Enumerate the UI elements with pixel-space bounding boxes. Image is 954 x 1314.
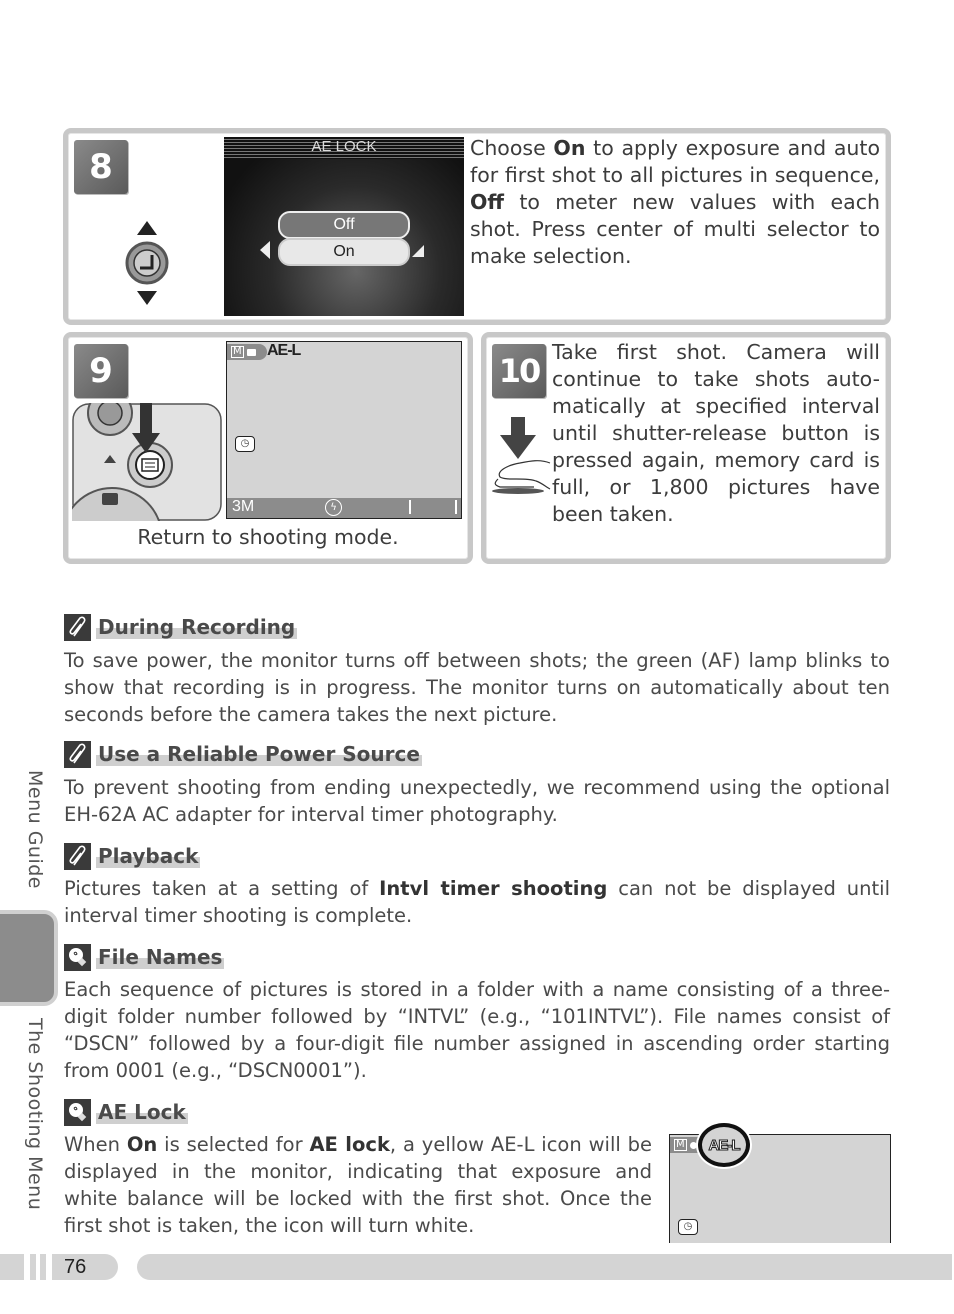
- note-power-source-body: To prevent shooting from ending unexpect…: [64, 776, 890, 826]
- step-8-text: Choose On to apply exposure and auto for…: [470, 136, 881, 268]
- shooting-mode-screen: M AE-L ◷ 3M ϟ: [226, 341, 462, 519]
- step-9-badge: 9: [74, 344, 128, 398]
- sidebar-section-shooting-menu: The Shooting Menu: [24, 1018, 46, 1211]
- camera-mode-icon: [689, 1141, 697, 1149]
- note-title: AE Lock: [96, 1100, 188, 1124]
- ae-l-indicator: AE-L: [708, 1136, 741, 1154]
- note-title: Playback: [96, 844, 201, 868]
- note-file-names-body: Each sequence of pictures is stored in a…: [64, 978, 890, 1082]
- paperclip-icon: [64, 740, 91, 768]
- menu-option-off[interactable]: Off: [278, 211, 410, 239]
- ae-lock-monitor-illustration: M AE-L ◷: [669, 1123, 891, 1243]
- lightbulb-icon: [64, 943, 91, 971]
- interval-timer-icon: ◷: [235, 436, 255, 452]
- step-9-caption: Return to shooting mode.: [137, 525, 399, 549]
- page-number: 76: [64, 1256, 87, 1278]
- menu-title: AE LOCK: [311, 138, 377, 155]
- step-8-box: 8 AE LOCK Off On Choose On to apply expo…: [63, 128, 891, 325]
- step-10-text: Take first shot. Camera will continue to…: [552, 340, 880, 526]
- note-during-recording-body: To save power, the monitor turns off bet…: [64, 649, 890, 726]
- note-during-recording-heading: During Recording: [64, 613, 298, 641]
- footer-bar: [137, 1254, 952, 1280]
- step-8-badge: 8: [74, 140, 128, 194]
- step-10-badge: 10: [492, 344, 546, 398]
- camera-mode-icon: [246, 348, 256, 356]
- left-arrow-icon: [260, 241, 270, 259]
- menu-button-icon: [72, 403, 222, 521]
- enter-icon: [412, 245, 424, 257]
- note-playback-heading: Playback: [64, 842, 201, 870]
- ae-lock-menu-screen: AE LOCK Off On: [224, 137, 464, 316]
- menu-option-on-label: On: [333, 243, 355, 260]
- note-ae-lock-heading: AE Lock: [64, 1098, 188, 1126]
- ae-l-highlight-circle: AE-L: [698, 1123, 750, 1167]
- note-power-source-heading: Use a Reliable Power Source: [64, 740, 422, 768]
- sidebar-tab[interactable]: [0, 910, 58, 1006]
- interval-timer-icon: ◷: [678, 1219, 698, 1235]
- lcd-status-bar: 3M ϟ: [227, 498, 461, 518]
- note-title: During Recording: [96, 615, 298, 639]
- focus-frame-icon: [409, 500, 457, 514]
- menu-option-on[interactable]: On: [278, 238, 410, 266]
- shutter-press-icon: [492, 417, 551, 494]
- mode-m-label: M: [231, 346, 244, 358]
- mode-m-label: M: [674, 1139, 687, 1151]
- mode-indicator: M: [227, 344, 267, 360]
- paperclip-icon: [64, 842, 91, 870]
- step-10-box: 10 Take first shot. Camera will continue…: [481, 332, 891, 564]
- note-title: Use a Reliable Power Source: [96, 742, 422, 766]
- note-file-names-heading: File Names: [64, 943, 225, 971]
- multi-selector-up-down-icon: [125, 221, 169, 305]
- paperclip-icon: [64, 613, 91, 641]
- sidebar-section-menu-guide: Menu Guide: [24, 770, 46, 889]
- footer-bars: [0, 1254, 120, 1280]
- flash-off-icon: ϟ: [325, 499, 342, 516]
- ae-l-indicator: AE-L: [267, 342, 301, 359]
- lightbulb-icon: [64, 1098, 91, 1126]
- note-title: File Names: [96, 945, 225, 969]
- step-9-box: 9 M AE-L ◷ 3M ϟ Return to shooting mode.: [63, 332, 473, 564]
- image-size-indicator: 3M: [232, 498, 255, 515]
- menu-option-off-label: Off: [333, 216, 355, 233]
- note-ae-lock-body: When On is selected for AE lock, a yello…: [64, 1133, 653, 1237]
- note-playback-body: Pictures taken at a setting of Intvl tim…: [64, 877, 890, 927]
